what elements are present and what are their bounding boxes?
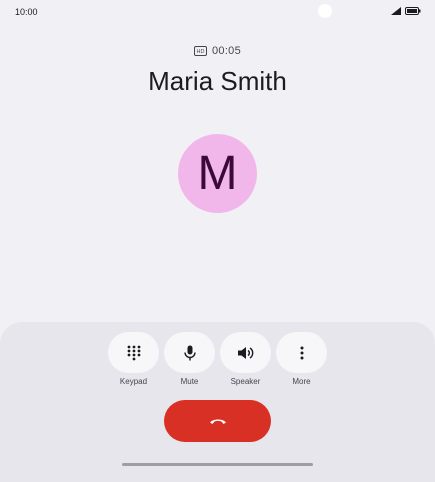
end-call-button[interactable] — [164, 400, 271, 442]
svg-text:HD: HD — [197, 49, 205, 55]
keypad-button[interactable] — [108, 332, 159, 373]
more-button[interactable] — [276, 332, 327, 373]
status-bar: 10:00 — [0, 0, 435, 24]
camera-cutout — [318, 4, 332, 18]
status-icons — [391, 7, 421, 15]
avatar-letter: M — [197, 146, 238, 200]
end-call-icon — [209, 419, 226, 424]
battery-icon — [405, 7, 421, 15]
call-timer: 00:05 — [211, 45, 242, 57]
speaker-button[interactable] — [220, 332, 271, 373]
microphone-icon — [183, 345, 196, 360]
caller-name: Maria Smith — [148, 66, 287, 96]
speaker-icon — [237, 346, 253, 359]
hd-icon: HD — [193, 46, 207, 56]
mute-button[interactable] — [164, 332, 215, 373]
call-meta: HD 00:05 — [0, 45, 435, 57]
avatar: M — [178, 134, 257, 213]
dialpad-icon — [127, 345, 140, 360]
home-indicator[interactable] — [122, 463, 313, 466]
more-vertical-icon — [300, 346, 303, 359]
status-time: 10:00 — [15, 7, 38, 17]
signal-icon — [391, 7, 401, 15]
more-label: More — [292, 377, 311, 386]
